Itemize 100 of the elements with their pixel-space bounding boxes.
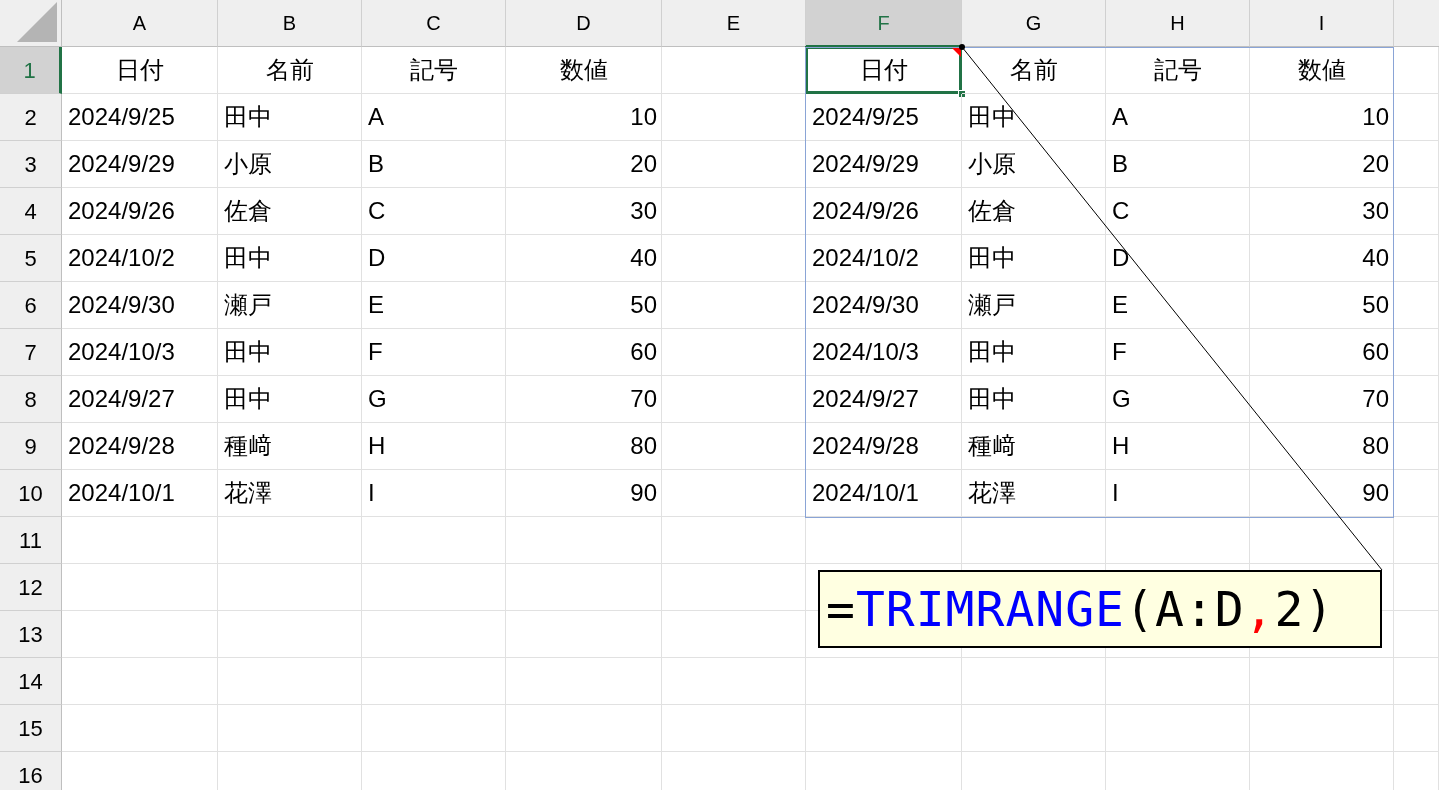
table-cell-text: 田中 bbox=[968, 243, 1016, 273]
table-cell-text: 30 bbox=[630, 196, 657, 226]
table-cell-text: B bbox=[368, 149, 384, 179]
table-cell-text: 名前 bbox=[265, 55, 314, 85]
table-cell-text: 2024/9/29 bbox=[812, 149, 919, 179]
row-header[interactable]: 11 bbox=[0, 517, 62, 564]
column-header[interactable]: I bbox=[1250, 0, 1394, 47]
table-cell-text: 名前 bbox=[1009, 55, 1058, 85]
formula-callout: =TRIMRANGE(A:D,2) bbox=[818, 570, 1382, 648]
row-header[interactable]: 16 bbox=[0, 752, 62, 790]
table-cell-text: 80 bbox=[630, 431, 657, 461]
row-header[interactable]: 8 bbox=[0, 376, 62, 423]
table-cell-text: 70 bbox=[630, 384, 657, 414]
table-cell-text: 佐倉 bbox=[968, 196, 1016, 226]
table-cell-text: H bbox=[368, 431, 386, 461]
table-cell-text: 40 bbox=[630, 243, 657, 273]
table-cell-text: 田中 bbox=[968, 337, 1016, 367]
empty-cell bbox=[1394, 658, 1439, 705]
column-header[interactable]: D bbox=[506, 0, 662, 47]
table-cell-text: 70 bbox=[1362, 384, 1389, 414]
table-cell-text: 種﨑 bbox=[968, 431, 1016, 461]
table-cell-text: C bbox=[368, 196, 386, 226]
table-cell-text: A bbox=[368, 102, 384, 132]
table-cell-text: I bbox=[368, 478, 375, 508]
row-header[interactable]: 7 bbox=[0, 329, 62, 376]
table-cell-text: 2024/10/3 bbox=[68, 337, 175, 367]
table-cell-text: 2024/9/30 bbox=[68, 290, 175, 320]
table-cell-text: 日付 bbox=[115, 55, 164, 85]
table-cell-text: A bbox=[1112, 102, 1128, 132]
table-cell-text: 花澤 bbox=[968, 478, 1016, 508]
table-cell-text: 小原 bbox=[224, 149, 272, 179]
table-cell-text: 佐倉 bbox=[224, 196, 272, 226]
table-cell-text: 記号 bbox=[1153, 55, 1202, 85]
table-cell-text: 40 bbox=[1362, 243, 1389, 273]
table-cell-text: D bbox=[1112, 243, 1130, 273]
row-header[interactable]: 3 bbox=[0, 141, 62, 188]
table-cell-text: 2024/10/2 bbox=[812, 243, 919, 273]
empty-cell bbox=[1394, 517, 1439, 564]
table-cell-text: 50 bbox=[1362, 290, 1389, 320]
column-header[interactable]: A bbox=[62, 0, 218, 47]
table-cell-text: F bbox=[1112, 337, 1127, 367]
table-cell-text: 数値 bbox=[1297, 55, 1346, 85]
table-cell-text: 10 bbox=[1362, 102, 1389, 132]
table-cell-text: 2024/10/2 bbox=[68, 243, 175, 273]
row-header[interactable]: 14 bbox=[0, 658, 62, 705]
column-header[interactable]: G bbox=[962, 0, 1106, 47]
row-header[interactable]: 10 bbox=[0, 470, 62, 517]
table-cell-text: 田中 bbox=[224, 384, 272, 414]
fill-handle[interactable] bbox=[958, 90, 966, 98]
table-cell-text: 2024/9/25 bbox=[812, 102, 919, 132]
table-cell-text: 2024/9/26 bbox=[812, 196, 919, 226]
row-header[interactable]: 5 bbox=[0, 235, 62, 282]
table-cell-text: B bbox=[1112, 149, 1128, 179]
table-cell-text: 10 bbox=[630, 102, 657, 132]
table-cell-text: 60 bbox=[630, 337, 657, 367]
table-cell-text: H bbox=[1112, 431, 1130, 461]
row-header[interactable]: 1 bbox=[0, 47, 62, 94]
empty-cell bbox=[1394, 611, 1439, 658]
row-header[interactable]: 6 bbox=[0, 282, 62, 329]
column-header[interactable]: F bbox=[806, 0, 962, 47]
table-cell-text: 瀬戸 bbox=[224, 290, 272, 320]
table-cell-text: 瀬戸 bbox=[968, 290, 1016, 320]
table-cell-text: 種﨑 bbox=[224, 431, 272, 461]
table-cell-text: 60 bbox=[1362, 337, 1389, 367]
row-header[interactable]: 4 bbox=[0, 188, 62, 235]
table-cell-text: G bbox=[368, 384, 387, 414]
table-cell-text: 2024/9/27 bbox=[68, 384, 175, 414]
table-cell-text: 90 bbox=[630, 478, 657, 508]
empty-cell bbox=[1394, 705, 1439, 752]
table-cell-text: F bbox=[368, 337, 383, 367]
table-cell-text: C bbox=[1112, 196, 1130, 226]
table-cell-text: D bbox=[368, 243, 386, 273]
table-cell-text: 2024/10/1 bbox=[812, 478, 919, 508]
table-cell-text: 田中 bbox=[224, 102, 272, 132]
table-cell-text: 2024/9/29 bbox=[68, 149, 175, 179]
table-cell-text: 2024/9/28 bbox=[68, 431, 175, 461]
table-cell-text: 田中 bbox=[224, 337, 272, 367]
row-header[interactable]: 2 bbox=[0, 94, 62, 141]
table-cell-text: 田中 bbox=[224, 243, 272, 273]
table-cell-text: E bbox=[1112, 290, 1128, 320]
table-cell: 日付 bbox=[805, 46, 962, 94]
table-cell-text: I bbox=[1112, 478, 1119, 508]
table-cell-text: 2024/9/28 bbox=[812, 431, 919, 461]
table-cell-text: 30 bbox=[1362, 196, 1389, 226]
row-header[interactable]: 15 bbox=[0, 705, 62, 752]
row-header[interactable]: 13 bbox=[0, 611, 62, 658]
table-cell-text: 記号 bbox=[409, 55, 458, 85]
row-header[interactable]: 9 bbox=[0, 423, 62, 470]
table-cell-text: 80 bbox=[1362, 431, 1389, 461]
column-header[interactable]: C bbox=[362, 0, 506, 47]
table-cell-text: 田中 bbox=[968, 384, 1016, 414]
table-cell-text: 数値 bbox=[559, 55, 608, 85]
column-header[interactable]: H bbox=[1106, 0, 1250, 47]
row-header[interactable]: 12 bbox=[0, 564, 62, 611]
column-header[interactable]: B bbox=[218, 0, 362, 47]
table-cell-text: 2024/9/25 bbox=[68, 102, 175, 132]
table-cell-text: 2024/10/3 bbox=[812, 337, 919, 367]
table-cell-text: 小原 bbox=[968, 149, 1016, 179]
table-cell-text: 20 bbox=[630, 149, 657, 179]
table-cell-text: G bbox=[1112, 384, 1131, 414]
